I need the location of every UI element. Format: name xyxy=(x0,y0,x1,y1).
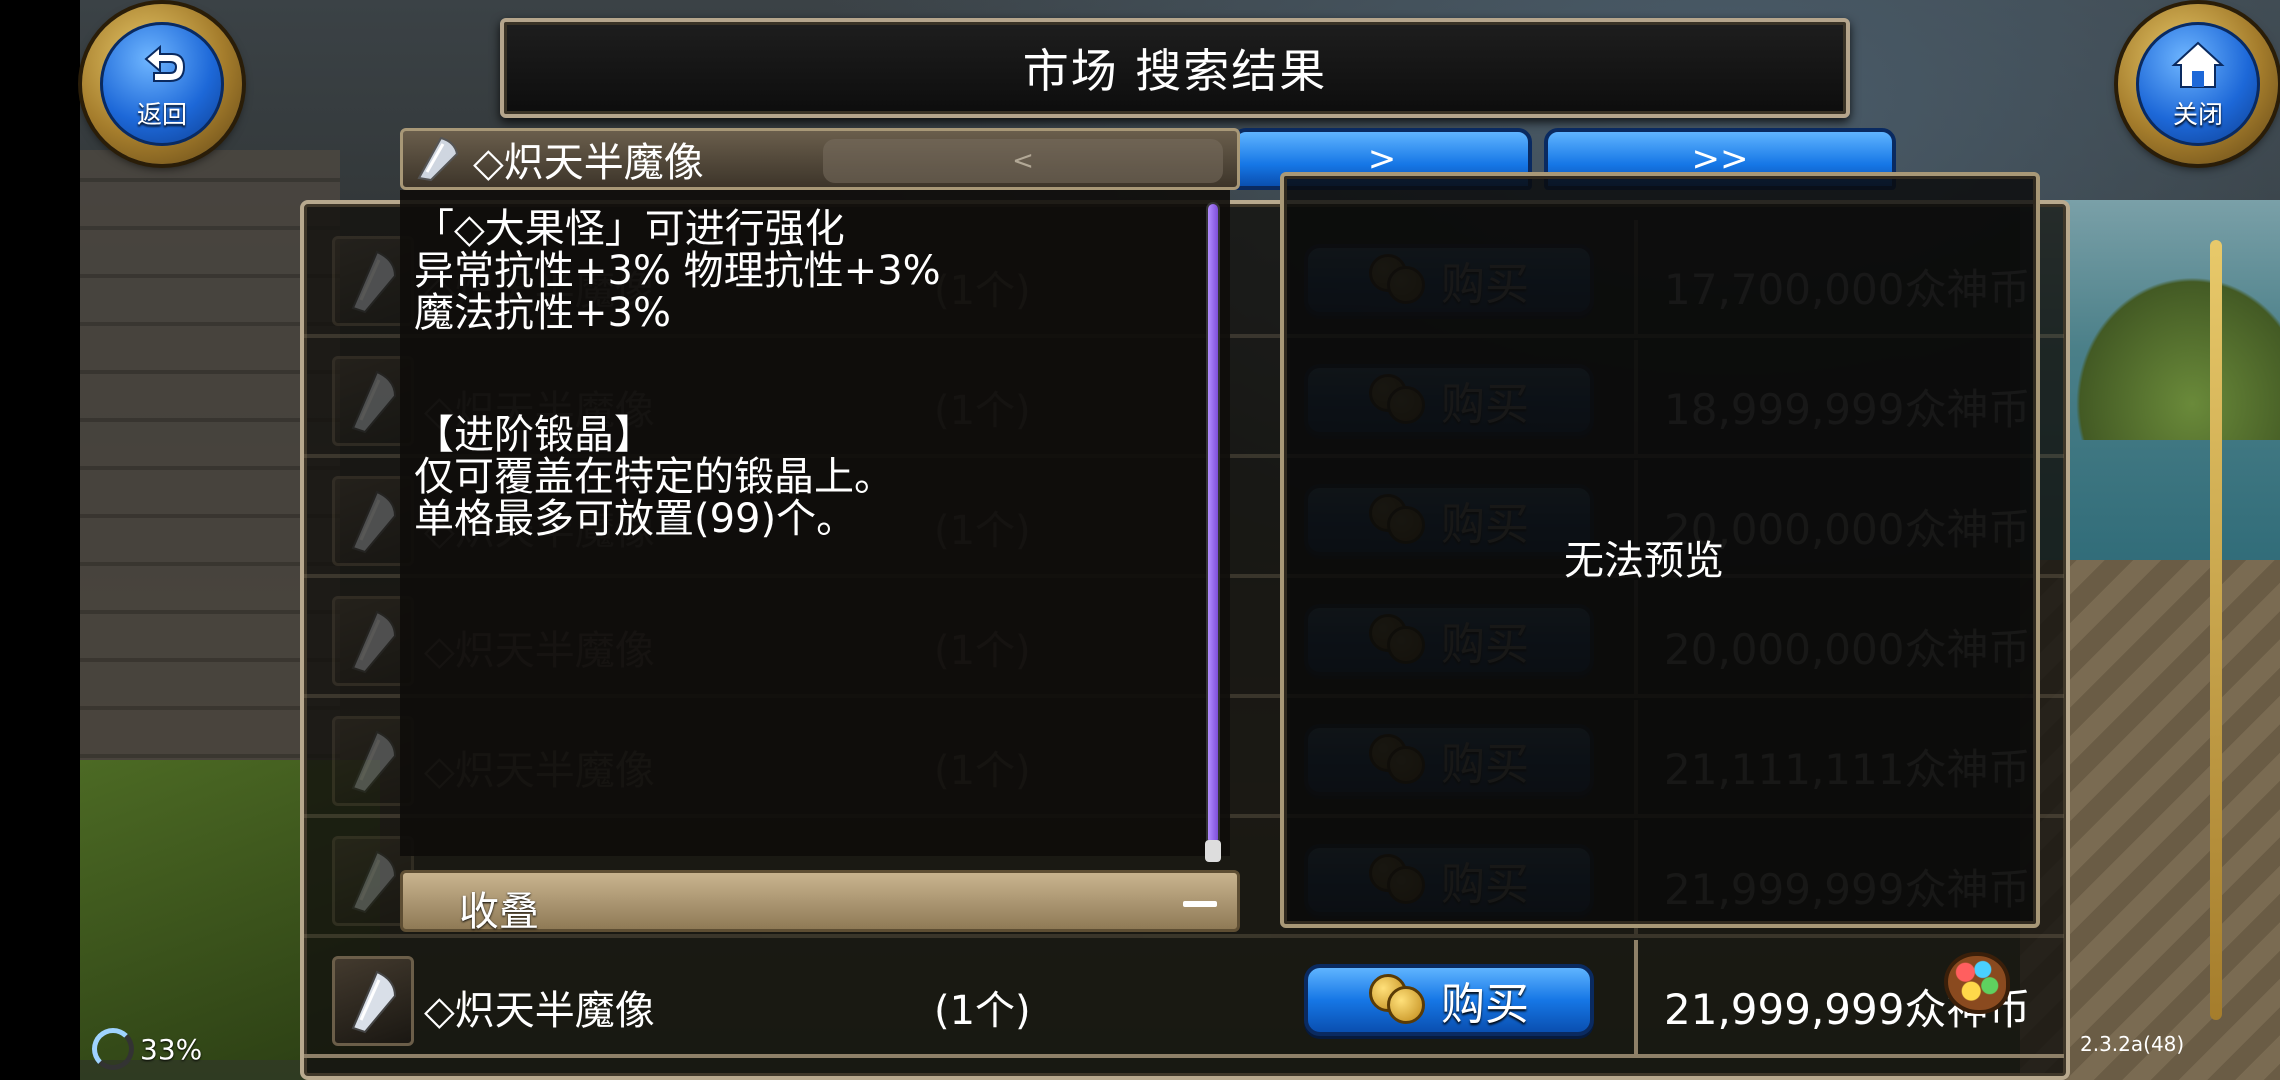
crystal-icon xyxy=(351,850,397,914)
home-icon xyxy=(2171,41,2225,88)
palette-icon[interactable] xyxy=(1944,952,2010,1014)
tooltip-body: 「◇大果怪」可进行强化 异常抗性+3% 物理抗性+3% 魔法抗性+3% 【进阶锻晶】仅… xyxy=(400,190,1230,862)
tooltip-scrollbar[interactable] xyxy=(1208,204,1218,844)
column-divider xyxy=(1634,940,1638,1054)
buy-button[interactable]: 购买 xyxy=(1304,964,1594,1036)
coin-icon xyxy=(1369,974,1431,1026)
back-arrow-icon xyxy=(144,44,186,82)
close-button[interactable]: 关闭 xyxy=(2118,4,2278,164)
battery-indicator: 33% xyxy=(92,1028,202,1070)
buy-label: 购买 xyxy=(1441,979,1529,1030)
back-button-face: 返回 xyxy=(100,22,224,146)
collapse-button[interactable]: 收叠 xyxy=(400,870,1240,935)
crystal-icon xyxy=(351,970,397,1034)
back-label: 返回 xyxy=(136,100,187,129)
tooltip-item-name: ◇炽天半魔像 xyxy=(473,140,704,186)
tooltip-line: 单格最多可放置(99)个。 xyxy=(414,496,857,542)
list-scrollbar[interactable] xyxy=(2210,240,2222,1020)
table-row[interactable]: ◇炽天半魔像(1个)购买21,999,999众神币 xyxy=(304,940,2064,1058)
item-quantity: (1个) xyxy=(934,988,1031,1034)
crystal-icon xyxy=(351,610,397,674)
preview-message: 无法预览 xyxy=(1564,538,1724,584)
page-title: 市场 搜索结果 xyxy=(1022,44,1328,98)
prev-page-button[interactable]: < xyxy=(823,139,1223,183)
tooltip-scroll-handle[interactable] xyxy=(1205,840,1221,862)
battery-ring-icon xyxy=(92,1028,134,1070)
hill-background xyxy=(2060,260,2280,440)
crystal-icon xyxy=(351,490,397,554)
title-banner: 市场 搜索结果 xyxy=(500,18,1850,118)
crystal-icon xyxy=(351,370,397,434)
close-button-face: 关闭 xyxy=(2136,22,2260,146)
battery-percent: 33% xyxy=(140,1032,203,1066)
minus-icon xyxy=(1183,901,1217,907)
collapse-label: 收叠 xyxy=(459,889,539,935)
crystal-icon xyxy=(417,136,459,182)
item-icon xyxy=(332,956,414,1046)
close-label: 关闭 xyxy=(2172,100,2223,129)
crystal-icon xyxy=(351,730,397,794)
crystal-icon xyxy=(351,250,397,314)
preview-panel: 无法预览 xyxy=(1280,172,2040,928)
item-tooltip: ◇炽天半魔像 < 「◇大果怪」可进行强化 异常抗性+3% 物理抗性+3% 魔法抗性+… xyxy=(400,128,1240,935)
version-label: 2.3.2a(48) xyxy=(2080,1032,2185,1056)
back-button[interactable]: 返回 xyxy=(82,4,242,164)
item-name: ◇炽天半魔像 xyxy=(424,988,655,1034)
tooltip-line: 魔法抗性+3% xyxy=(414,290,671,336)
tooltip-header: ◇炽天半魔像 < xyxy=(400,128,1240,190)
